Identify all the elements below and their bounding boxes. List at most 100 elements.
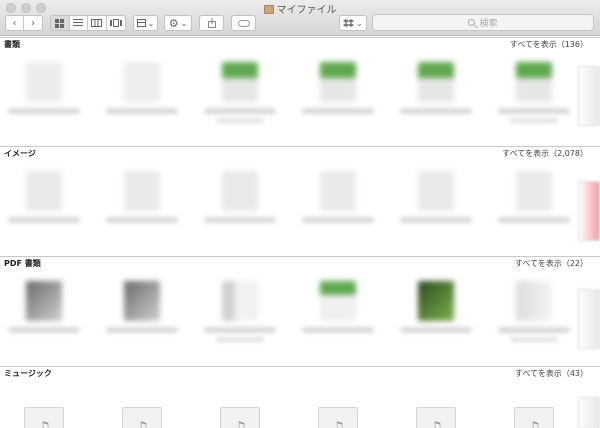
file-tile[interactable] xyxy=(98,271,188,361)
file-name xyxy=(302,217,374,223)
section-pdf-documents: PDF 書類 すべてを表示（22） xyxy=(0,256,600,366)
forward-button[interactable]: › xyxy=(24,16,42,30)
music-note-icon: ♫ xyxy=(514,407,554,428)
file-name-line2 xyxy=(510,337,558,342)
share-icon xyxy=(207,18,216,28)
section-header: PDF 書類 すべてを表示（22） xyxy=(0,257,600,271)
file-tile[interactable] xyxy=(490,52,580,142)
gear-icon: ⚙ xyxy=(168,16,179,30)
file-tile[interactable]: ♫ xyxy=(490,381,580,428)
tag-icon xyxy=(237,19,250,27)
list-view-icon xyxy=(73,19,84,26)
music-note-icon: ♫ xyxy=(122,407,162,428)
icon-view-icon xyxy=(55,18,65,28)
pdf-thumbnail xyxy=(320,281,356,321)
folder-icon xyxy=(263,5,274,14)
music-note-icon: ♫ xyxy=(220,407,260,428)
action-button[interactable]: ⚙ ⌄ xyxy=(164,15,192,31)
music-tiles: ♫ ♫ ♫ ♫ ♫ ♫ xyxy=(0,381,600,428)
file-tile[interactable] xyxy=(392,52,482,142)
music-note-icon: ♫ xyxy=(416,407,456,428)
share-button[interactable] xyxy=(199,15,224,31)
file-name xyxy=(498,327,570,333)
music-note-icon: ♫ xyxy=(24,407,64,428)
file-name xyxy=(106,327,178,333)
column-view-button[interactable] xyxy=(88,16,107,30)
file-tile[interactable] xyxy=(196,161,286,251)
arrange-button[interactable]: ⌄ xyxy=(133,15,158,31)
music-note-icon: ♫ xyxy=(318,407,358,428)
pdf-tiles xyxy=(0,271,600,361)
file-tile[interactable]: ♫ xyxy=(294,381,384,428)
section-header: 書類 すべてを表示（136） xyxy=(0,38,600,52)
file-name xyxy=(106,217,178,223)
image-thumbnail xyxy=(222,171,258,211)
document-thumbnail xyxy=(124,62,160,102)
document-thumbnail xyxy=(26,62,62,102)
section-documents: 書類 すべてを表示（136） xyxy=(0,37,600,146)
more-items-indicator[interactable] xyxy=(578,66,600,126)
file-tile[interactable]: ♫ xyxy=(98,381,188,428)
view-mode-buttons xyxy=(50,15,126,31)
show-all-link[interactable]: すべてを表示（2,078） xyxy=(502,148,588,159)
chevron-down-icon: ⌄ xyxy=(180,18,188,28)
edit-tags-button[interactable] xyxy=(231,15,256,31)
search-icon xyxy=(468,19,476,26)
more-items-indicator[interactable] xyxy=(578,397,600,428)
file-tile[interactable] xyxy=(196,271,286,361)
list-view-button[interactable] xyxy=(70,16,88,30)
file-name xyxy=(302,108,374,114)
coverflow-view-icon xyxy=(109,19,122,27)
window-toolbar: マイファイル ‹ › ⌄ ⚙ ⌄ ⌄ 検索 xyxy=(0,0,600,36)
file-tile[interactable]: ♫ xyxy=(196,381,286,428)
dropbox-icon xyxy=(343,18,355,27)
more-items-indicator[interactable] xyxy=(578,181,600,241)
file-tile[interactable] xyxy=(0,161,90,251)
document-thumbnail xyxy=(516,62,552,102)
file-tile[interactable] xyxy=(196,52,286,142)
file-name xyxy=(204,217,276,223)
image-thumbnail xyxy=(418,171,454,211)
file-name xyxy=(400,108,472,114)
dropbox-button[interactable]: ⌄ xyxy=(339,15,367,31)
pdf-thumbnail xyxy=(418,281,454,321)
show-all-link[interactable]: すべてを表示（136） xyxy=(510,39,588,50)
file-tile[interactable] xyxy=(0,271,90,361)
file-tile[interactable] xyxy=(294,271,384,361)
search-placeholder: 検索 xyxy=(479,19,498,29)
file-tile[interactable]: ♫ xyxy=(0,381,90,428)
file-name xyxy=(302,327,374,333)
icon-view-button[interactable] xyxy=(51,16,70,30)
file-tile[interactable]: ♫ xyxy=(392,381,482,428)
file-tile[interactable] xyxy=(98,52,188,142)
image-thumbnail xyxy=(516,171,552,211)
more-items-indicator[interactable] xyxy=(578,289,600,349)
section-title: ミュージック xyxy=(4,369,52,378)
file-name xyxy=(400,217,472,223)
file-tile[interactable] xyxy=(490,161,580,251)
image-thumbnail xyxy=(124,171,160,211)
file-name xyxy=(400,327,472,333)
file-tile[interactable] xyxy=(392,271,482,361)
search-input[interactable]: 検索 xyxy=(372,14,594,31)
show-all-link[interactable]: すべてを表示（22） xyxy=(515,258,588,269)
file-name xyxy=(498,108,570,114)
document-thumbnail xyxy=(222,62,258,102)
file-tile[interactable] xyxy=(294,161,384,251)
file-tile[interactable] xyxy=(294,52,384,142)
file-name xyxy=(204,327,276,333)
file-name-line2 xyxy=(216,337,264,342)
coverflow-view-button[interactable] xyxy=(107,16,125,30)
file-tile[interactable] xyxy=(98,161,188,251)
section-header: イメージ すべてを表示（2,078） xyxy=(0,147,600,161)
file-tile[interactable] xyxy=(0,52,90,142)
file-name xyxy=(8,327,80,333)
section-title: 書類 xyxy=(4,40,20,49)
file-name-line2 xyxy=(510,118,558,123)
file-tile[interactable] xyxy=(490,271,580,361)
file-name xyxy=(8,217,80,223)
back-button[interactable]: ‹ xyxy=(6,16,25,30)
image-thumbnail xyxy=(320,171,356,211)
show-all-link[interactable]: すべてを表示（43） xyxy=(515,368,588,379)
file-tile[interactable] xyxy=(392,161,482,251)
